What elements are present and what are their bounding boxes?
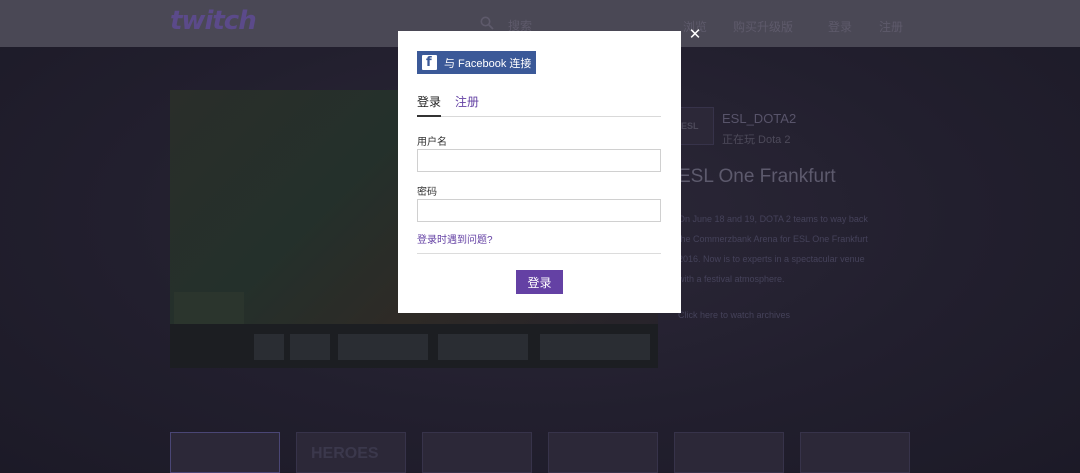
username-input[interactable]: [417, 149, 661, 172]
facebook-connect-button[interactable]: 与 Facebook 连接: [417, 51, 536, 74]
nav-signup[interactable]: 注册: [879, 18, 903, 35]
nav-login[interactable]: 登录: [828, 18, 852, 35]
login-tabs: 登录 注册: [417, 93, 661, 117]
channel-avatar[interactable]: ESL: [676, 107, 714, 145]
hud-segment: [338, 334, 428, 360]
divider: [417, 253, 661, 254]
close-icon[interactable]: ✕: [688, 27, 702, 43]
facebook-icon: [422, 55, 437, 70]
archive-link[interactable]: Click here to watch archives: [678, 310, 790, 320]
search-icon[interactable]: [480, 16, 494, 30]
game-hud: [170, 324, 658, 368]
description-line: the Commerzbank Arena for ESL One Frankf…: [678, 234, 868, 244]
thumbnail-label: HEROES: [311, 445, 379, 462]
thumbnail-card[interactable]: [548, 432, 658, 473]
password-label: 密码: [417, 187, 437, 198]
username-label: 用户名: [417, 137, 447, 148]
thumbnail-card[interactable]: [800, 432, 910, 473]
channel-avatar-text: ESL: [681, 121, 699, 131]
tab-signup[interactable]: 注册: [455, 93, 479, 117]
hud-segment: [540, 334, 650, 360]
hud-segment: [438, 334, 528, 360]
tab-login[interactable]: 登录: [417, 93, 442, 117]
thumbnail-card[interactable]: [422, 432, 532, 473]
description-line: 2016. Now is to experts in a spectacular…: [678, 254, 865, 264]
hud-segment: [290, 334, 330, 360]
nav-buy-upgrade[interactable]: 购买升级版: [733, 18, 793, 35]
login-submit-button[interactable]: 登录: [516, 270, 563, 294]
login-help-link[interactable]: 登录时遇到问题?: [417, 231, 493, 246]
channel-game[interactable]: 正在玩 Dota 2: [722, 131, 790, 147]
password-input[interactable]: [417, 199, 661, 222]
hud-segment: [254, 334, 284, 360]
description-line: On June 18 and 19, DOTA 2 teams to way b…: [678, 214, 868, 224]
thumbnail-card[interactable]: HEROES: [296, 432, 406, 473]
login-modal: 与 Facebook 连接 登录 注册 用户名 密码 登录时遇到问题? 登录: [398, 31, 681, 313]
channel-name[interactable]: ESL_DOTA2: [722, 111, 796, 126]
description-line: with a festival atmosphere.: [678, 274, 785, 284]
thumbnail-card[interactable]: [170, 432, 280, 473]
twitch-logo[interactable]: twitch: [170, 6, 257, 36]
facebook-connect-label: 与 Facebook 连接: [444, 57, 532, 70]
thumbnail-card[interactable]: [674, 432, 784, 473]
stream-title: ESL One Frankfurt: [678, 166, 836, 187]
